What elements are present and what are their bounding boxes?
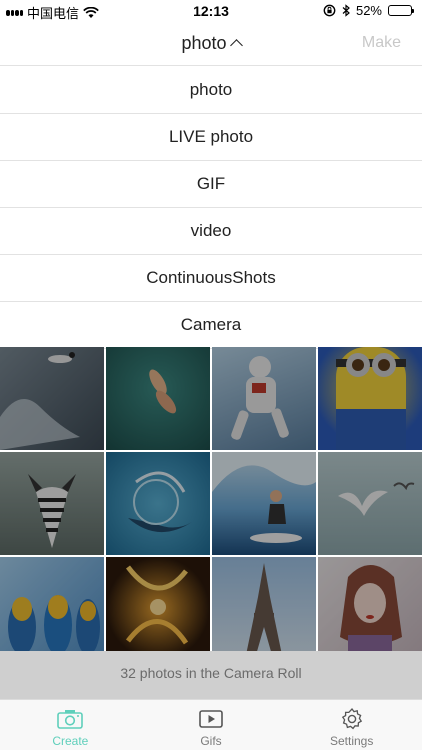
photo-thumbnail-portrait[interactable] [318,557,422,660]
photo-grid [0,347,422,660]
photo-thumbnail-birds[interactable] [318,452,422,555]
menu-item-camera[interactable]: Camera [0,302,422,349]
nav-bar: photo Make [0,22,422,66]
tab-create-label: Create [52,734,89,748]
photo-thumbnail-minion[interactable] [318,347,422,450]
camera-icon [57,708,84,730]
status-right: 52% [323,3,414,18]
photo-thumbnail-skydiver[interactable] [0,347,104,450]
media-type-selector[interactable]: photo [0,33,422,54]
camera-roll-count: 32 photos in the Camera Roll [0,651,422,699]
orientation-lock-icon [323,4,336,17]
photo-thumbnail-surfer[interactable] [212,452,316,555]
tab-create[interactable]: Create [0,700,141,750]
nav-title-label: photo [181,33,227,53]
media-type-menu: photo LIVE photo GIF video ContinuousSho… [0,67,422,349]
photo-thumbnail-swimmers[interactable] [106,347,210,450]
tab-settings[interactable]: Settings [281,700,422,750]
menu-item-continuous-shots[interactable]: ContinuousShots [0,255,422,302]
photo-thumbnail-whale[interactable] [106,452,210,555]
status-bar: 中国电信 12:13 52% [0,0,422,22]
menu-item-gif[interactable]: GIF [0,161,422,208]
menu-item-photo[interactable]: photo [0,67,422,114]
tab-settings-label: Settings [330,734,374,748]
tab-gifs[interactable]: Gifs [141,700,282,750]
photo-thumbnail-eiffel-tower[interactable] [212,557,316,660]
photo-thumbnail-parrots[interactable] [0,557,104,660]
battery-icon [388,5,414,16]
chevron-up-icon [229,39,243,52]
menu-item-video[interactable]: video [0,208,422,255]
photo-thumbnail-light-painting[interactable] [106,557,210,660]
gear-icon [339,707,365,730]
battery-percent: 52% [355,3,382,18]
photo-thumbnail-zebra[interactable] [0,452,104,555]
tab-gifs-label: Gifs [200,734,222,748]
tab-bar: Create Gifs Settings [0,699,422,750]
make-button[interactable]: Make [362,34,401,52]
bluetooth-icon [342,4,350,17]
photo-thumbnail-astronaut[interactable] [212,347,316,450]
play-icon [198,708,224,730]
menu-item-live-photo[interactable]: LIVE photo [0,114,422,161]
